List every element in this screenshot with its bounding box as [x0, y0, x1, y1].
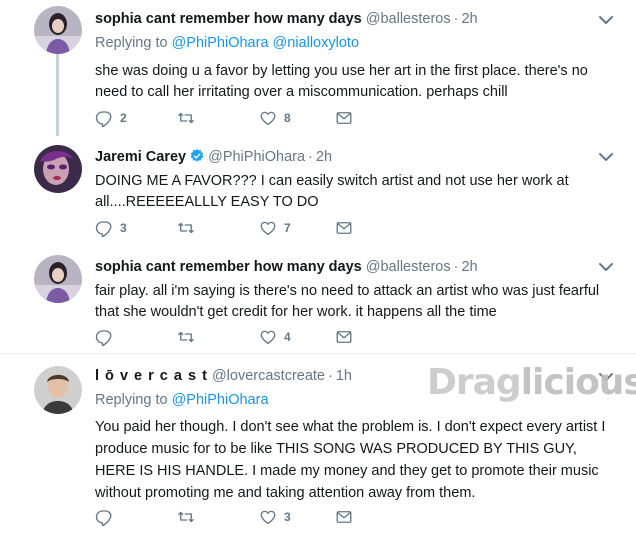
- tweet-text: fair play. all i'm saying is there's no …: [95, 283, 600, 320]
- reply-icon: [95, 328, 113, 346]
- retweet-button[interactable]: [177, 218, 202, 238]
- user-handle[interactable]: @ballesteros: [366, 11, 451, 27]
- reply-icon: [95, 109, 113, 127]
- direct-message-button[interactable]: [335, 218, 353, 238]
- retweet-button[interactable]: [177, 507, 202, 527]
- like-count: 3: [284, 510, 291, 524]
- retweet-icon: [177, 219, 195, 237]
- avatar-lovercast[interactable]: [34, 366, 82, 414]
- dm-icon: [335, 109, 353, 127]
- like-icon: [259, 328, 277, 346]
- like-icon: [259, 508, 277, 526]
- display-name[interactable]: l ō v e r c a s t: [95, 368, 208, 384]
- mention-link[interactable]: @PhiPhiOhara: [172, 392, 269, 408]
- separator-dot: ·: [328, 368, 333, 384]
- replying-to-label: Replying to: [95, 35, 168, 51]
- like-button[interactable]: 4: [259, 327, 291, 347]
- like-icon: [259, 109, 277, 127]
- tweet-text: she was doing u a favor by letting you u…: [95, 63, 588, 100]
- tweet-reply-sophia-1[interactable]: sophia cant remember how many days @ball…: [0, 0, 636, 141]
- direct-message-button[interactable]: [335, 507, 353, 527]
- reply-icon: [95, 508, 113, 526]
- like-button[interactable]: 3: [259, 507, 291, 527]
- reply-button[interactable]: [95, 507, 120, 527]
- tweet-text: You paid her though. I don't see what th…: [95, 419, 606, 501]
- reply-count: 2: [120, 111, 127, 125]
- chevron-down-icon[interactable]: [598, 14, 614, 26]
- separator-dot: ·: [453, 259, 459, 275]
- replying-to: Replying to @PhiPhiOhara @nialloxyloto: [95, 33, 616, 53]
- reply-icon: [95, 219, 113, 237]
- chevron-down-icon[interactable]: [598, 261, 614, 273]
- direct-message-button[interactable]: [335, 327, 353, 347]
- retweet-icon: [177, 109, 195, 127]
- reply-count: 3: [120, 221, 127, 235]
- timestamp[interactable]: 2h: [461, 11, 477, 27]
- tweet-reply-sophia-2[interactable]: sophia cant remember how many days @ball…: [0, 249, 636, 353]
- direct-message-button[interactable]: [335, 108, 353, 128]
- timestamp[interactable]: 1h: [336, 368, 352, 384]
- like-button[interactable]: 8: [259, 108, 291, 128]
- separator-dot: ·: [453, 11, 459, 27]
- avatar-sophia[interactable]: [34, 255, 82, 303]
- like-button[interactable]: 7: [259, 218, 291, 238]
- retweet-icon: [177, 328, 195, 346]
- watermark-part2: licious: [520, 362, 636, 403]
- user-handle[interactable]: @PhiPhiOhara: [208, 149, 305, 165]
- verified-icon: [190, 149, 204, 162]
- watermark-part1: Drag: [427, 362, 522, 403]
- dm-icon: [335, 328, 353, 346]
- tweet-reply-jaremi[interactable]: Jaremi Carey @PhiPhiOhara · 2h DOING ME A F…: [0, 141, 636, 249]
- avatar-sophia[interactable]: [34, 6, 82, 54]
- dm-icon: [335, 508, 353, 526]
- like-count: 8: [284, 111, 291, 125]
- retweet-icon: [177, 508, 195, 526]
- user-handle[interactable]: @ballesteros: [366, 259, 451, 275]
- like-count: 7: [284, 221, 291, 235]
- mention-link[interactable]: @PhiPhiOhara: [172, 35, 269, 51]
- like-count: 4: [284, 330, 291, 344]
- like-icon: [259, 219, 277, 237]
- reply-button[interactable]: 3: [95, 218, 127, 238]
- replying-to-label: Replying to: [95, 392, 168, 408]
- display-name[interactable]: sophia cant remember how many days: [95, 11, 362, 27]
- user-handle[interactable]: @lovercastcreate: [212, 368, 325, 384]
- display-name[interactable]: sophia cant remember how many days: [95, 259, 362, 275]
- chevron-down-icon[interactable]: [598, 151, 614, 163]
- reply-button[interactable]: [95, 327, 120, 347]
- timestamp[interactable]: 2h: [316, 149, 332, 165]
- dm-icon: [335, 219, 353, 237]
- avatar-jaremi[interactable]: [34, 145, 82, 193]
- retweet-button[interactable]: [177, 327, 202, 347]
- display-name[interactable]: Jaremi Carey: [95, 149, 186, 165]
- timestamp[interactable]: 2h: [461, 259, 477, 275]
- mention-link[interactable]: @nialloxyloto: [273, 35, 359, 51]
- reply-button[interactable]: 2: [95, 108, 127, 128]
- tweet-text: DOING ME A FAVOR??? I can easily switch …: [95, 173, 569, 210]
- separator-dot: ·: [308, 149, 313, 165]
- retweet-button[interactable]: [177, 108, 202, 128]
- watermark-logo: Draglicious: [427, 362, 636, 403]
